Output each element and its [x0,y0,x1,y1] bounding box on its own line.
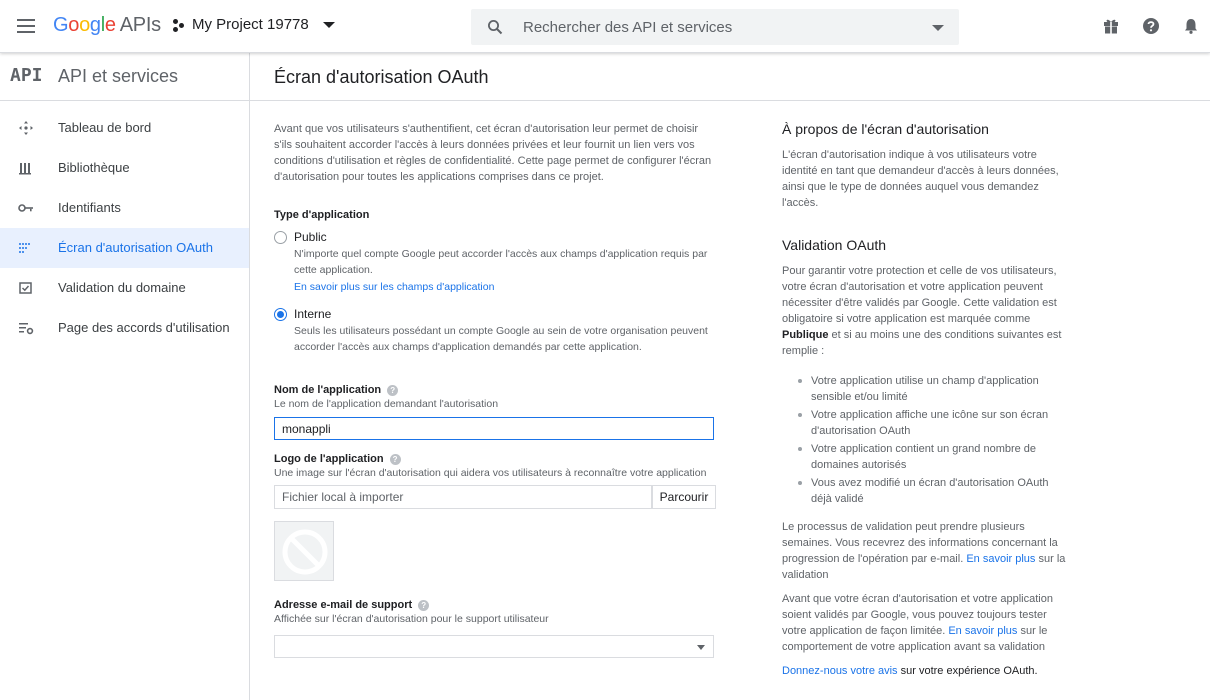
scopes-learn-more-link[interactable]: En savoir plus sur les champs d'applicat… [294,279,716,295]
help-panel: À propos de l'écran d'autorisation L'écr… [782,121,1067,679]
about-title: À propos de l'écran d'autorisation [782,121,989,137]
list-item: Votre application utilise un champ d'app… [798,373,1067,405]
sidebar-item-agreements[interactable]: Page des accords d'utilisation [0,308,249,348]
app-logo-desc: Une image sur l'écran d'autorisation qui… [274,467,707,479]
sidebar-item-oauth-consent[interactable]: Écran d'autorisation OAuth [0,228,249,268]
sidebar-header: API API et services [0,53,249,101]
oauth-consent-icon [19,243,30,253]
menu-icon[interactable] [14,14,38,38]
help-icon[interactable]: ? [418,600,430,611]
api-badge: API [10,65,43,86]
help-icon[interactable] [1142,17,1160,35]
app-type-label: Type d'application [274,209,370,221]
sidebar-item-domain-verification[interactable]: Validation du domaine [0,268,249,308]
app-name-desc: Le nom de l'application demandant l'auto… [274,398,499,410]
public-title: Public [294,230,327,244]
app-type-public-option[interactable]: Public N'importe quel compte Google peut… [274,230,716,295]
google-apis-logo[interactable]: Google APIs [53,14,161,37]
validation-text: Pour garantir votre protection et celle … [782,265,1062,357]
chevron-down-icon [322,21,335,28]
project-name: My Project 19778 [192,16,309,33]
agreements-icon [19,323,34,335]
test-text: Avant que votre écran d'autorisation et … [782,593,1053,653]
validation-title: Validation OAuth [782,237,887,253]
project-selector[interactable]: My Project 19778 [172,16,335,33]
public-radio[interactable] [274,231,287,244]
top-app-bar: Google APIs My Project 19778 [0,0,1210,53]
about-text: L'écran d'autorisation indique à vos uti… [782,149,1059,209]
process-text: Le processus de validation peut prendre … [782,521,1066,581]
list-item: Votre application affiche une icône sur … [798,407,1067,439]
internal-title: Interne [294,307,332,321]
search-bar[interactable] [471,9,959,45]
intro-text: Avant que vos utilisateurs s'authentifie… [274,123,712,183]
app-name-input[interactable] [274,417,714,440]
support-email-select[interactable] [274,635,714,658]
list-item: Votre application contient un grand nomb… [798,441,1067,473]
public-desc: N'importe quel compte Google peut accord… [294,248,708,276]
main-content: Écran d'autorisation OAuth Avant que vos… [250,53,1210,700]
search-input[interactable] [523,9,923,45]
sidebar-item-dashboard[interactable]: Tableau de bord [0,108,249,148]
key-icon [18,204,33,212]
internal-desc: Seuls les utilisateurs possédant un comp… [294,325,708,353]
page-header: Écran d'autorisation OAuth [250,53,1210,101]
domain-verification-icon [19,282,32,294]
validation-learn-more-link[interactable]: En savoir plus [966,553,1035,565]
feedback-link[interactable]: Donnez-nous votre avis [782,665,898,677]
support-email-desc: Affichée sur l'écran d'autorisation pour… [274,613,549,625]
help-icon[interactable]: ? [389,454,401,465]
logo-upload-row: Parcourir [274,485,716,509]
sidebar-title: API et services [58,66,179,86]
internal-radio[interactable] [274,308,287,321]
app-name-label: Nom de l'application? [274,384,716,396]
library-icon [19,163,31,175]
support-email-label: Adresse e-mail de support? [274,599,716,611]
help-icon[interactable]: ? [387,385,399,396]
chevron-down-icon [697,645,705,650]
project-icon [172,18,186,32]
gift-icon[interactable] [1102,17,1120,35]
sidebar-item-library[interactable]: Bibliothèque [0,148,249,188]
conditions-list: Votre application utilise un champ d'app… [782,373,1067,507]
sidebar-item-credentials[interactable]: Identifiants [0,188,249,228]
consent-form: Avant que vos utilisateurs s'authentifie… [274,121,716,658]
list-item: Vous avez modifié un écran d'autorisatio… [798,475,1067,507]
sidebar-nav: Tableau de bord Bibliothèque Identifiant… [0,108,249,348]
logo-file-input[interactable] [274,485,652,509]
page-title: Écran d'autorisation OAuth [274,67,489,87]
behavior-learn-more-link[interactable]: En savoir plus [948,625,1017,637]
dashboard-icon [19,121,33,135]
browse-button[interactable]: Parcourir [652,485,716,509]
app-type-internal-option[interactable]: Interne Seuls les utilisateurs possédant… [274,307,716,355]
feedback-text: Donnez-nous votre avis sur votre expérie… [782,665,1038,677]
notifications-icon[interactable] [1182,17,1200,35]
app-logo-label: Logo de l'application? [274,453,716,465]
sidebar: API API et services Tableau de bord Bibl… [0,53,250,700]
search-dropdown-icon[interactable] [932,25,944,31]
search-icon [488,20,503,35]
logo-placeholder [274,521,334,581]
no-image-icon [282,529,328,575]
